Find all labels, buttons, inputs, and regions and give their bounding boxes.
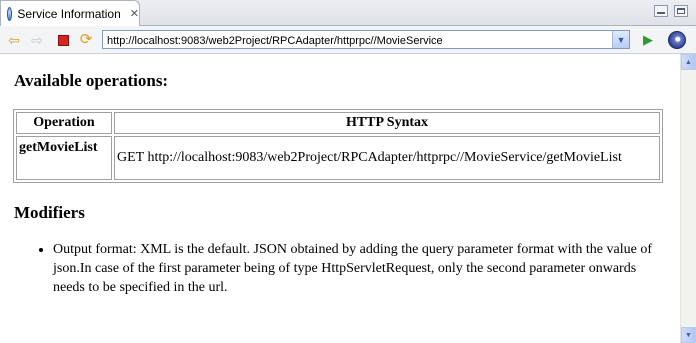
url-field[interactable]: ▼ (102, 30, 630, 50)
table-header-row: Operation HTTP Syntax (16, 112, 660, 134)
scroll-up-icon[interactable]: ▲ (681, 54, 696, 70)
http-syntax: GET http://localhost:9083/web2Project/RP… (114, 136, 660, 180)
url-input[interactable] (103, 32, 607, 50)
scroll-down-icon[interactable]: ▼ (681, 327, 696, 343)
eclipse-icon[interactable] (667, 30, 687, 50)
list-item: Output format: XML is the default. JSON … (53, 240, 663, 297)
tab-close-icon[interactable]: ✕ (130, 8, 139, 20)
tab-service-information[interactable]: Service Information ✕ (0, 0, 140, 26)
maximize-icon[interactable] (674, 5, 688, 17)
operation-name: getMovieList (16, 136, 112, 180)
stop-icon[interactable] (55, 32, 71, 48)
tab-label: Service Information (17, 6, 121, 21)
vertical-scrollbar[interactable]: ▲ ▼ (680, 54, 696, 343)
modifiers-list: Output format: XML is the default. JSON … (0, 240, 663, 297)
editor-tab-bar: Service Information ✕ (0, 0, 696, 26)
forward-arrow-icon[interactable]: ⇨ (29, 32, 45, 48)
service-info-icon (7, 6, 13, 21)
dropdown-chevron-icon[interactable]: ▼ (612, 31, 629, 48)
refresh-icon[interactable]: ⟳ (78, 32, 94, 48)
back-arrow-icon[interactable]: ⇦ (6, 32, 22, 48)
operations-table: Operation HTTP Syntax getMovieList GET h… (13, 109, 663, 183)
table-row: getMovieList GET http://localhost:9083/w… (16, 136, 660, 180)
page-content: Available operations: Operation HTTP Syn… (0, 54, 680, 343)
go-icon[interactable]: ▶ (640, 32, 656, 48)
window-controls (654, 5, 688, 17)
minimize-icon[interactable] (654, 5, 668, 17)
operations-heading: Available operations: (14, 71, 169, 90)
modifiers-heading: Modifiers (14, 203, 85, 222)
http-syntax-column-header: HTTP Syntax (114, 112, 660, 134)
browser-toolbar: ⇦ ⇨ ⟳ ▼ ▶ (0, 26, 696, 54)
operation-column-header: Operation (16, 112, 112, 134)
